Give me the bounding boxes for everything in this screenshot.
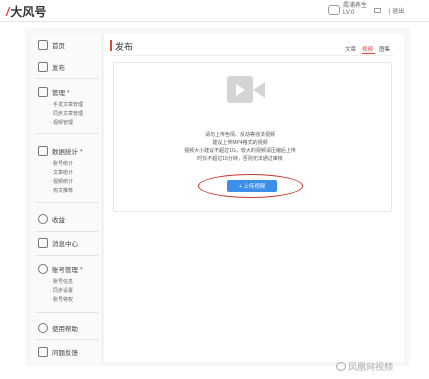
edit-icon xyxy=(38,62,48,72)
active-tab-underline xyxy=(362,53,375,54)
upload-hint: 视频大小建议不超过1G，较大的视频请压缩后上传 xyxy=(184,148,296,154)
user-level: LV.0 xyxy=(343,10,355,16)
sidebar-subitem[interactable]: · 账号信息 xyxy=(50,278,73,285)
bar-chart-icon xyxy=(38,146,48,156)
mail-icon[interactable] xyxy=(374,8,381,13)
user-info[interactable]: 霞浦养生 LV.0 xyxy=(343,3,367,17)
sidebar: 首页 发布 管理 ▾ · 手发文章管理 · 同步文章管理 · 视频管理 数据统计 ▾… xyxy=(31,34,103,362)
upload-hint: 请勿上传色情、反动等违法视频 xyxy=(204,132,275,138)
sidebar-subitem[interactable]: · 手发文章管理 xyxy=(50,101,83,108)
camera-lens-icon xyxy=(253,82,265,98)
sidebar-item-label: 问题反馈 xyxy=(52,350,78,357)
sidebar-subitem[interactable]: · 同步设置 xyxy=(50,287,73,294)
divider xyxy=(35,78,99,79)
feedback-icon xyxy=(38,347,48,357)
sidebar-subitem[interactable]: · 视频管理 xyxy=(50,119,73,126)
folder-icon xyxy=(38,87,48,97)
logo[interactable]: /大风号 xyxy=(6,3,46,20)
title-accent-bar xyxy=(110,40,112,51)
logo-mark: / xyxy=(6,5,10,19)
annotation-ellipse xyxy=(198,174,303,198)
sidebar-subitem[interactable]: · 热文推荐 xyxy=(50,187,73,194)
divider xyxy=(35,312,99,313)
sidebar-item-label: 消息中心 xyxy=(52,241,78,248)
sidebar-subitem[interactable]: · 文章统计 xyxy=(50,169,73,176)
sidebar-item-manage[interactable]: 管理 ▾ xyxy=(38,87,70,97)
sidebar-subitem[interactable]: · 账号特权 xyxy=(50,296,73,303)
sidebar-item-label: 账号管理 xyxy=(52,267,78,274)
chevron-down-icon: ▾ xyxy=(67,89,70,95)
watermark-text: 凤凰网视频 xyxy=(348,362,394,372)
sidebar-item-messages[interactable]: 消息中心 xyxy=(38,238,78,248)
user-name: 霞浦养生 xyxy=(343,3,368,9)
user-avatar-icon[interactable] xyxy=(328,5,340,15)
sidebar-item-label: 使用帮助 xyxy=(52,326,78,333)
tab-gallery[interactable]: 图集 xyxy=(379,45,390,53)
tab-video[interactable]: 视频 xyxy=(362,45,373,53)
divider xyxy=(35,339,99,340)
help-icon xyxy=(38,323,48,333)
divider xyxy=(35,231,99,232)
chevron-down-icon: ▾ xyxy=(80,266,83,272)
sidebar-item-label: 数据统计 xyxy=(52,149,78,156)
divider xyxy=(35,133,99,134)
watermark: 凤凰网视频 xyxy=(336,360,393,373)
weibo-icon xyxy=(336,362,346,371)
sidebar-subitem[interactable]: · 视频统计 xyxy=(50,178,73,185)
logo-text: 大风号 xyxy=(10,5,47,19)
sidebar-item-label: 发布 xyxy=(52,65,65,72)
upload-hint: 时长不超过15分钟，否则无法通过审核 xyxy=(197,156,283,162)
sidebar-item-help[interactable]: 使用帮助 xyxy=(38,323,78,333)
home-icon xyxy=(38,40,48,50)
message-icon xyxy=(38,238,48,248)
sidebar-subitem[interactable]: · 同步文章管理 xyxy=(50,110,83,117)
coin-icon xyxy=(38,214,48,224)
sidebar-item-home[interactable]: 首页 xyxy=(38,40,65,50)
gear-icon xyxy=(38,264,48,274)
sidebar-item-account[interactable]: 账号管理 ▾ xyxy=(38,264,83,274)
sidebar-item-income[interactable]: 收益 xyxy=(38,214,65,224)
chevron-down-icon: ▾ xyxy=(80,148,83,154)
divider xyxy=(35,202,99,203)
sidebar-item-label: 管理 xyxy=(52,90,65,97)
sidebar-subitem[interactable]: · 账号统计 xyxy=(50,160,73,167)
divider xyxy=(35,255,99,256)
divider xyxy=(110,55,394,56)
sidebar-item-label: 首页 xyxy=(52,43,65,50)
play-icon xyxy=(236,84,245,96)
upload-hint: 建议上传MP4格式的视频 xyxy=(212,140,268,146)
tab-article[interactable]: 文章 xyxy=(345,45,356,53)
logout-link[interactable]: | 退出 xyxy=(389,6,404,15)
sidebar-item-publish[interactable]: 发布 xyxy=(38,62,65,72)
sidebar-item-stats[interactable]: 数据统计 ▾ xyxy=(38,146,83,156)
top-bar: /大风号 霞浦养生 LV.0 | 退出 xyxy=(0,0,429,22)
sidebar-item-feedback[interactable]: 问题反馈 xyxy=(38,347,78,357)
page-title: 发布 xyxy=(115,42,134,52)
sidebar-item-label: 收益 xyxy=(52,217,65,224)
